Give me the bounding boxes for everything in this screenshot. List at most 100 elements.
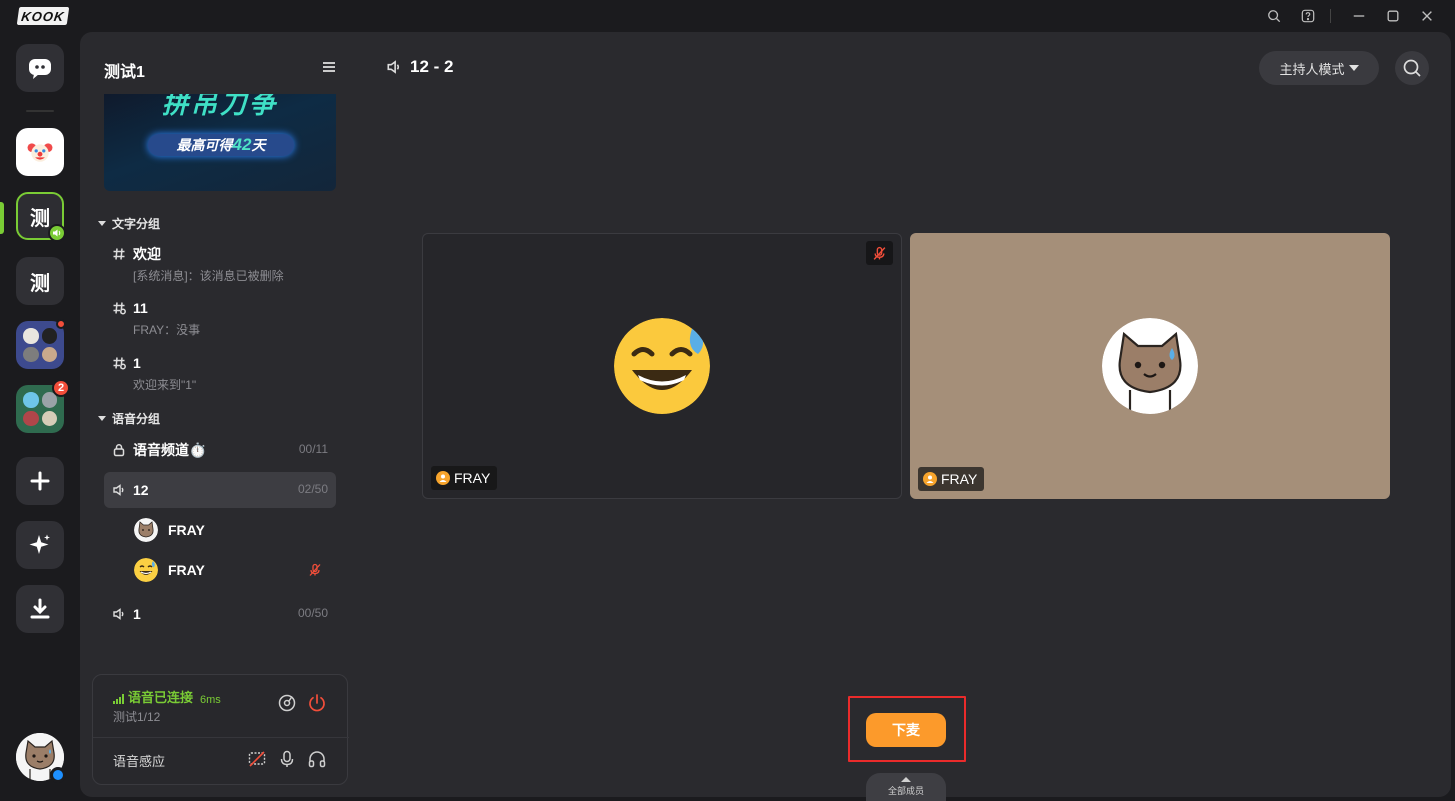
- lock-icon: [112, 443, 126, 457]
- search-icon: [1403, 59, 1421, 77]
- unread-dot: [56, 319, 66, 329]
- active-server-indicator: [0, 202, 4, 234]
- speaker-icon: [112, 483, 126, 497]
- chevron-up-icon: [901, 777, 911, 782]
- voice-member[interactable]: FRAY: [134, 557, 330, 583]
- server-folder-2[interactable]: 2: [16, 379, 70, 433]
- search-icon[interactable]: [1260, 6, 1288, 26]
- channel-1-text[interactable]: 1 欢迎来到"1": [112, 353, 336, 393]
- cat-avatar-icon: [1102, 318, 1198, 414]
- voice-latency: 6ms: [200, 694, 221, 706]
- mic-muted-icon: [308, 563, 322, 577]
- server-initial: 测: [30, 207, 50, 230]
- member-name: FRAY: [168, 562, 205, 578]
- text-group-header[interactable]: 文字分组: [98, 215, 160, 232]
- app-window: KOOK 测 测 2 测试1 拼吊刀争 最高可得 42 天 文字分组 欢迎 [系…: [0, 0, 1455, 801]
- participant-name-tag: FRAY: [431, 466, 498, 490]
- channel-preview: FRAY：没事: [133, 323, 201, 337]
- voice-channel-locked[interactable]: 语音频道⏱️ 00/11: [112, 440, 336, 460]
- channel-name: 欢迎: [133, 246, 161, 262]
- folder-server-grid: [23, 328, 57, 362]
- voice-channel-1[interactable]: 1 00/50: [112, 604, 336, 624]
- signal-strength-icon: [113, 694, 124, 704]
- banner-headline: 拼吊刀争: [161, 94, 278, 119]
- hash-muted-icon: [112, 356, 126, 370]
- all-members-toggle[interactable]: 全部成员: [866, 773, 946, 801]
- direct-messages-button[interactable]: [16, 44, 64, 92]
- download-button[interactable]: [16, 585, 64, 633]
- channel-preview: [系统消息]：该消息已被删除: [133, 269, 284, 283]
- participant-tile[interactable]: FRAY: [422, 233, 902, 499]
- channel-name: 12: [133, 482, 149, 498]
- headphones-icon[interactable]: [307, 749, 327, 769]
- cat-avatar-icon: [134, 518, 158, 542]
- folder-server-grid: [23, 392, 57, 426]
- user-icon: [436, 471, 450, 485]
- mic-muted-icon: [866, 241, 893, 265]
- clown-server-icon[interactable]: [16, 128, 64, 176]
- text-group-label: 文字分组: [112, 217, 161, 231]
- host-mode-dropdown[interactable]: 主持人模式: [1259, 51, 1379, 85]
- add-server-button[interactable]: [16, 457, 64, 505]
- participant-name: FRAY: [941, 471, 978, 487]
- channel-capacity: 00/11: [298, 442, 328, 456]
- leave-stage-button[interactable]: 下麦: [866, 713, 946, 747]
- voice-member[interactable]: FRAY: [134, 517, 330, 543]
- stage-search-button[interactable]: [1395, 51, 1429, 85]
- disconnect-icon[interactable]: [307, 693, 327, 713]
- rail-divider: [26, 110, 54, 112]
- caret-down-icon: [1348, 65, 1359, 71]
- stage-title-text: 12 - 2: [410, 57, 454, 76]
- help-icon[interactable]: [1294, 6, 1322, 26]
- banner-pill-prefix: 最高可得: [176, 137, 233, 153]
- close-icon[interactable]: [1413, 6, 1441, 26]
- server-rail: 测 测 2: [0, 32, 80, 801]
- window-controls-divider: [1330, 9, 1331, 23]
- channel-panel: 测试1 拼吊刀争 最高可得 42 天 文字分组 欢迎 [系统消息]：该消息已被删…: [80, 32, 356, 797]
- minimize-icon[interactable]: [1345, 6, 1373, 26]
- event-banner[interactable]: 拼吊刀争 最高可得 42 天: [104, 94, 336, 191]
- participant-tile[interactable]: FRAY: [910, 233, 1390, 499]
- channel-11[interactable]: 11 FRAY：没事: [112, 298, 336, 338]
- guild-title[interactable]: 测试1: [104, 58, 145, 82]
- server-initial: 测: [30, 272, 50, 295]
- user-icon: [923, 472, 937, 486]
- sparkle-icon: [29, 534, 50, 554]
- channel-name: 11: [133, 300, 148, 316]
- speaker-icon: [387, 60, 400, 74]
- window-controls: [1254, 6, 1441, 26]
- maximize-icon[interactable]: [1379, 6, 1407, 26]
- test-server-active[interactable]: 测: [16, 192, 66, 242]
- sweat-smile-emoji-icon: [614, 318, 710, 414]
- kook-logo: KOOK: [16, 7, 70, 25]
- voice-channel-path: 测试1/12: [113, 710, 161, 724]
- channel-capacity: 02/50: [297, 482, 328, 496]
- voice-stage: 12 - 2 主持人模式 FRAY FRAY 下麦 全部成员: [356, 32, 1451, 801]
- participant-name: FRAY: [454, 470, 491, 486]
- channel-preview: 欢迎来到"1": [133, 378, 197, 392]
- banner-pill-number: 42: [232, 135, 252, 154]
- speaker-icon: [112, 607, 126, 621]
- chat-bubble-icon: [29, 59, 51, 79]
- title-bar: KOOK: [0, 0, 1455, 32]
- test-server-2[interactable]: 测: [16, 257, 64, 305]
- hash-muted-icon: [112, 301, 126, 315]
- voice-group-header[interactable]: 语音分组: [98, 410, 160, 427]
- noise-suppression-icon[interactable]: [277, 693, 297, 713]
- voice-active-icon: [48, 224, 66, 242]
- discover-button[interactable]: [16, 521, 64, 569]
- channel-name: 1: [133, 355, 141, 371]
- chevron-down-icon: [98, 221, 106, 226]
- self-avatar[interactable]: [16, 733, 66, 783]
- channel-welcome[interactable]: 欢迎 [系统消息]：该消息已被删除: [112, 244, 336, 284]
- voice-mode-label[interactable]: 语音感应: [113, 751, 165, 770]
- server-folder-1[interactable]: [16, 319, 66, 369]
- microphone-icon[interactable]: [277, 749, 297, 769]
- voice-connection-panel: 语音已连接 6ms 测试1/12 语音感应: [92, 674, 349, 785]
- hamburger-menu-icon[interactable]: [320, 58, 338, 76]
- voice-channel-12[interactable]: 12 02/50: [104, 472, 336, 508]
- screen-share-off-icon[interactable]: [247, 749, 267, 769]
- channel-name: 1: [133, 606, 141, 622]
- online-status-indicator: [50, 767, 66, 783]
- host-mode-label: 主持人模式: [1279, 61, 1345, 77]
